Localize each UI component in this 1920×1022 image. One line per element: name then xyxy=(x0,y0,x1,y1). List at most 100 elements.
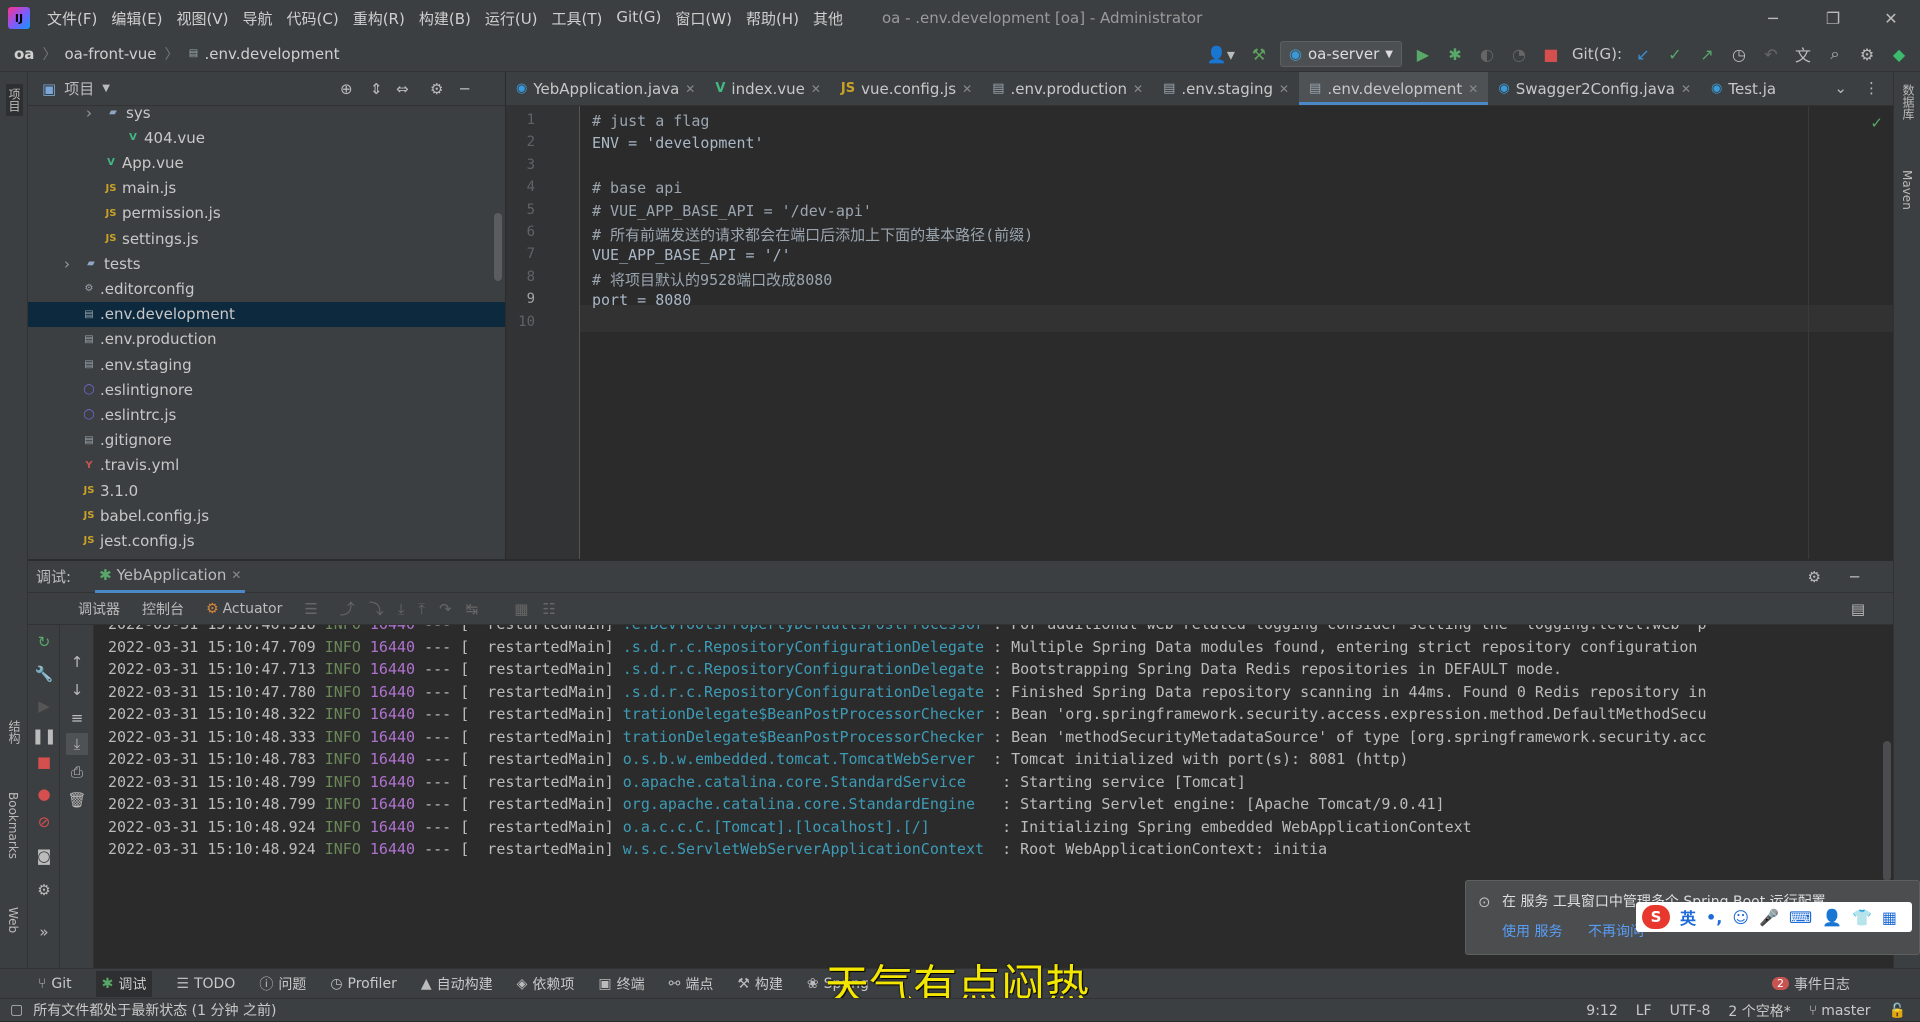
tool-window-button[interactable]: ▣ 终端 xyxy=(598,974,644,994)
tree-item[interactable]: JS jest.config.js xyxy=(28,528,505,553)
git-push-icon[interactable]: ↗ xyxy=(1696,43,1718,65)
code-line[interactable]: # 所有前端发送的请求都会在端口后添加上下面的基本路径(前缀) xyxy=(592,224,1033,245)
code-line[interactable]: # base api xyxy=(592,179,682,197)
code-area[interactable]: # just a flag ENV = 'development' # base a… xyxy=(580,106,1893,559)
keyboard-icon[interactable]: ⌨ xyxy=(1789,908,1812,927)
restore-button[interactable]: ❐ xyxy=(1810,0,1856,36)
editor-tab[interactable]: ▤ .env.development ✕ xyxy=(1299,72,1489,105)
pause-icon[interactable]: ❚❚ xyxy=(31,725,56,747)
stop-icon[interactable]: ■ xyxy=(33,751,55,773)
line-separator[interactable]: LF xyxy=(1636,1003,1652,1019)
run-config-select[interactable]: ◉ oa-server ▼ xyxy=(1279,41,1402,67)
emoji-icon[interactable]: ☺ xyxy=(1732,908,1749,927)
layout-icon[interactable]: ☰ xyxy=(304,600,317,618)
use-services-link[interactable]: 使用 服务 xyxy=(1502,921,1562,941)
code-line[interactable]: ENV = 'development' xyxy=(592,134,764,152)
tab-actuator[interactable]: ⚙ Actuator xyxy=(206,601,282,617)
tree-item[interactable]: ◯ .eslintrc.js xyxy=(28,402,505,427)
history-icon[interactable]: ◷ xyxy=(1728,43,1750,65)
profile-icon[interactable]: ◔ xyxy=(1508,43,1530,65)
panel-settings-icon[interactable]: ⚙ xyxy=(430,80,443,98)
stop-icon[interactable]: ■ xyxy=(1540,43,1562,65)
menu-item[interactable]: 构建(B) xyxy=(412,8,478,29)
debug-settings-icon[interactable]: ⚙ xyxy=(1808,568,1821,586)
tool-window-button[interactable]: ⑂ Git xyxy=(38,976,72,992)
clear-console-icon[interactable]: 🗑 xyxy=(66,789,88,811)
code-line[interactable]: # VUE_APP_BASE_API = '/dev-api' xyxy=(592,202,872,220)
print-icon[interactable]: ⎙ xyxy=(66,761,88,783)
menu-item[interactable]: Git(G) xyxy=(609,8,668,29)
expand-arrow-icon[interactable]: › xyxy=(86,106,104,122)
database-tool-button[interactable]: 数据库 xyxy=(1900,84,1917,120)
menu-item[interactable]: 导航 xyxy=(236,8,280,29)
scroll-to-end-icon[interactable]: ⤓ xyxy=(66,733,88,755)
web-tool-button[interactable]: Web xyxy=(6,907,20,933)
expand-all-icon[interactable]: ⇕ xyxy=(370,80,383,98)
indent-setting[interactable]: 2 个空格* xyxy=(1728,1001,1790,1021)
tree-item[interactable]: ▤ .env.development xyxy=(28,301,505,327)
menu-item[interactable]: 窗口(W) xyxy=(668,8,739,29)
settings-gear-icon[interactable]: ⚙ xyxy=(1856,43,1878,65)
mute-breakpoints-icon[interactable]: ⊘ xyxy=(33,811,55,833)
close-icon[interactable]: ✕ xyxy=(962,82,972,96)
event-log-button[interactable]: 2 事件日志 xyxy=(1772,974,1850,994)
menu-item[interactable]: 其他 xyxy=(806,8,850,29)
caret-position[interactable]: 9:12 xyxy=(1586,1003,1617,1019)
up-arrow-icon[interactable]: ↑ xyxy=(66,651,88,673)
tree-item[interactable]: JS main.js xyxy=(28,176,505,201)
project-tool-button[interactable]: 项目 xyxy=(6,84,23,116)
menu-item[interactable]: 代码(C) xyxy=(280,8,346,29)
tree-item[interactable]: JS 3.1.0 xyxy=(28,478,505,503)
down-arrow-icon[interactable]: ↓ xyxy=(66,679,88,701)
collapse-all-icon[interactable]: ⇔ xyxy=(396,80,409,98)
status-toggle-icon[interactable]: ▢ xyxy=(10,1002,23,1018)
tree-item[interactable]: ◯ .eslintignore xyxy=(28,377,505,402)
close-icon[interactable]: ✕ xyxy=(1468,82,1478,96)
ime-language[interactable]: 英 xyxy=(1680,905,1696,929)
expand-arrow-icon[interactable]: › xyxy=(64,255,82,273)
tool-window-button[interactable]: ◷ Profiler xyxy=(330,976,397,992)
tab-console[interactable]: 控制台 xyxy=(142,599,184,619)
chevron-down-icon[interactable]: ⌄ xyxy=(1834,79,1847,97)
settings-gear-icon[interactable]: ⚙ xyxy=(33,879,55,901)
layout-settings-icon[interactable]: ▤ xyxy=(1851,600,1865,618)
code-line[interactable]: port = 8080 xyxy=(592,291,691,309)
tree-item[interactable]: › ▰ tests xyxy=(28,251,505,276)
tree-item[interactable]: ▤ .gitignore xyxy=(28,428,505,453)
toolbox-icon[interactable]: ▦ xyxy=(1882,908,1897,927)
structure-tool-button[interactable]: 结构 xyxy=(6,720,23,744)
tool-window-button[interactable]: ◈ 依赖项 xyxy=(517,974,575,994)
debug-icon[interactable]: ✱ xyxy=(1444,43,1466,65)
camera-icon[interactable]: ◙ xyxy=(33,845,55,867)
code-line[interactable]: # 将项目默认的9528端口改成8080 xyxy=(592,269,832,290)
breadcrumb-module[interactable]: oa-front-vue xyxy=(64,45,156,63)
tool-window-button[interactable]: ⓘ 问题 xyxy=(259,974,306,994)
tree-item[interactable]: V 404.vue xyxy=(28,125,505,150)
editor-tab[interactable]: Vindex.vue ✕ xyxy=(705,72,831,105)
close-icon[interactable]: ✕ xyxy=(811,82,821,96)
breadcrumb-file[interactable]: .env.development xyxy=(205,45,340,63)
close-icon[interactable]: ✕ xyxy=(1279,82,1289,96)
tree-item[interactable]: JS babel.config.js xyxy=(28,503,505,528)
tree-item[interactable]: JS permission.js xyxy=(28,201,505,226)
rerun-icon[interactable]: ↻ xyxy=(33,631,55,653)
menu-item[interactable]: 重构(R) xyxy=(346,8,412,29)
close-icon[interactable]: ✕ xyxy=(1681,82,1691,96)
locate-file-icon[interactable]: ⊕ xyxy=(340,80,353,98)
code-line[interactable]: # just a flag xyxy=(592,112,709,130)
translate-icon[interactable]: 文 xyxy=(1792,43,1814,65)
tree-item[interactable]: JS settings.js xyxy=(28,226,505,251)
code-line[interactable]: VUE_APP_BASE_API = '/' xyxy=(592,246,791,264)
tree-item[interactable]: › ▰ sys xyxy=(28,106,505,125)
rollback-icon[interactable]: ↶ xyxy=(1760,43,1782,65)
git-commit-icon[interactable]: ✓ xyxy=(1664,43,1686,65)
breadcrumb-project[interactable]: oa xyxy=(14,45,34,63)
search-icon[interactable]: ⌕ xyxy=(1824,43,1846,65)
punctuation-icon[interactable]: •, xyxy=(1706,908,1722,927)
close-icon[interactable]: ✕ xyxy=(231,568,241,582)
tool-window-button[interactable]: ▲ 自动构建 xyxy=(421,974,493,994)
tool-window-button[interactable]: ✱ 调试 xyxy=(95,970,153,997)
tree-item[interactable]: V App.vue xyxy=(28,150,505,175)
inspection-ok-icon[interactable]: ✓ xyxy=(1870,114,1883,132)
editor-tab[interactable]: ▤ .env.staging ✕ xyxy=(1153,72,1299,105)
